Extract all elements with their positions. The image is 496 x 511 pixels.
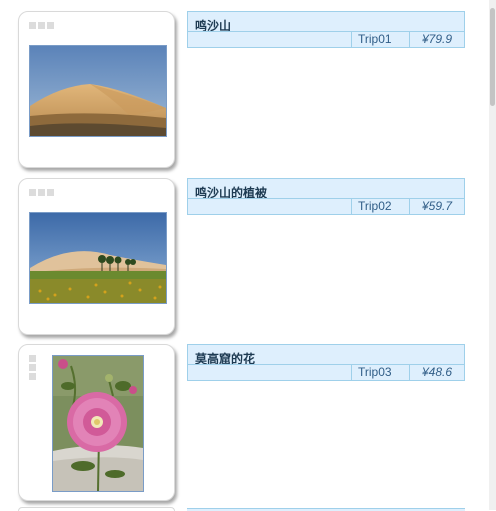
product-price: ¥59.7 xyxy=(409,199,464,214)
desert-dunes-photo xyxy=(30,46,166,136)
product-image-card[interactable] xyxy=(18,344,175,501)
product-detail-row: Trip01 ¥79.9 xyxy=(188,31,464,47)
product-code: Trip03 xyxy=(351,365,409,380)
product-photo[interactable] xyxy=(29,212,167,304)
product-price: ¥48.6 xyxy=(409,365,464,380)
drag-handle-icon[interactable] xyxy=(29,355,36,380)
product-info-panel: 鸣沙山 Trip01 ¥79.9 xyxy=(187,11,465,48)
product-price: ¥79.9 xyxy=(409,32,464,47)
next-item-edge xyxy=(0,505,490,511)
product-image-card[interactable] xyxy=(18,178,175,335)
scrollbar-thumb[interactable] xyxy=(490,8,495,106)
drag-handle-icon[interactable] xyxy=(29,189,54,196)
product-image-card[interactable] xyxy=(18,11,175,168)
product-code: Trip01 xyxy=(351,32,409,47)
product-item: 鸣沙山的植被 Trip02 ¥59.7 xyxy=(0,178,490,344)
product-item: 莫高窟的花 Trip03 ¥48.6 xyxy=(0,344,490,510)
product-item: 鸣沙山 Trip01 ¥79.9 xyxy=(0,11,490,177)
product-info-panel: 莫高窟的花 Trip03 ¥48.6 xyxy=(187,344,465,381)
product-code: Trip02 xyxy=(351,199,409,214)
vertical-scrollbar[interactable] xyxy=(489,0,496,510)
product-photo[interactable] xyxy=(29,45,167,137)
product-info-panel: 鸣沙山的植被 Trip02 ¥59.7 xyxy=(187,178,465,215)
product-photo[interactable] xyxy=(52,355,144,492)
drag-handle-icon[interactable] xyxy=(29,22,54,29)
hollyhock-flower-photo xyxy=(53,356,143,491)
desert-vegetation-photo xyxy=(30,213,166,303)
product-detail-row: Trip02 ¥59.7 xyxy=(188,198,464,214)
product-detail-row: Trip03 ¥48.6 xyxy=(188,364,464,380)
